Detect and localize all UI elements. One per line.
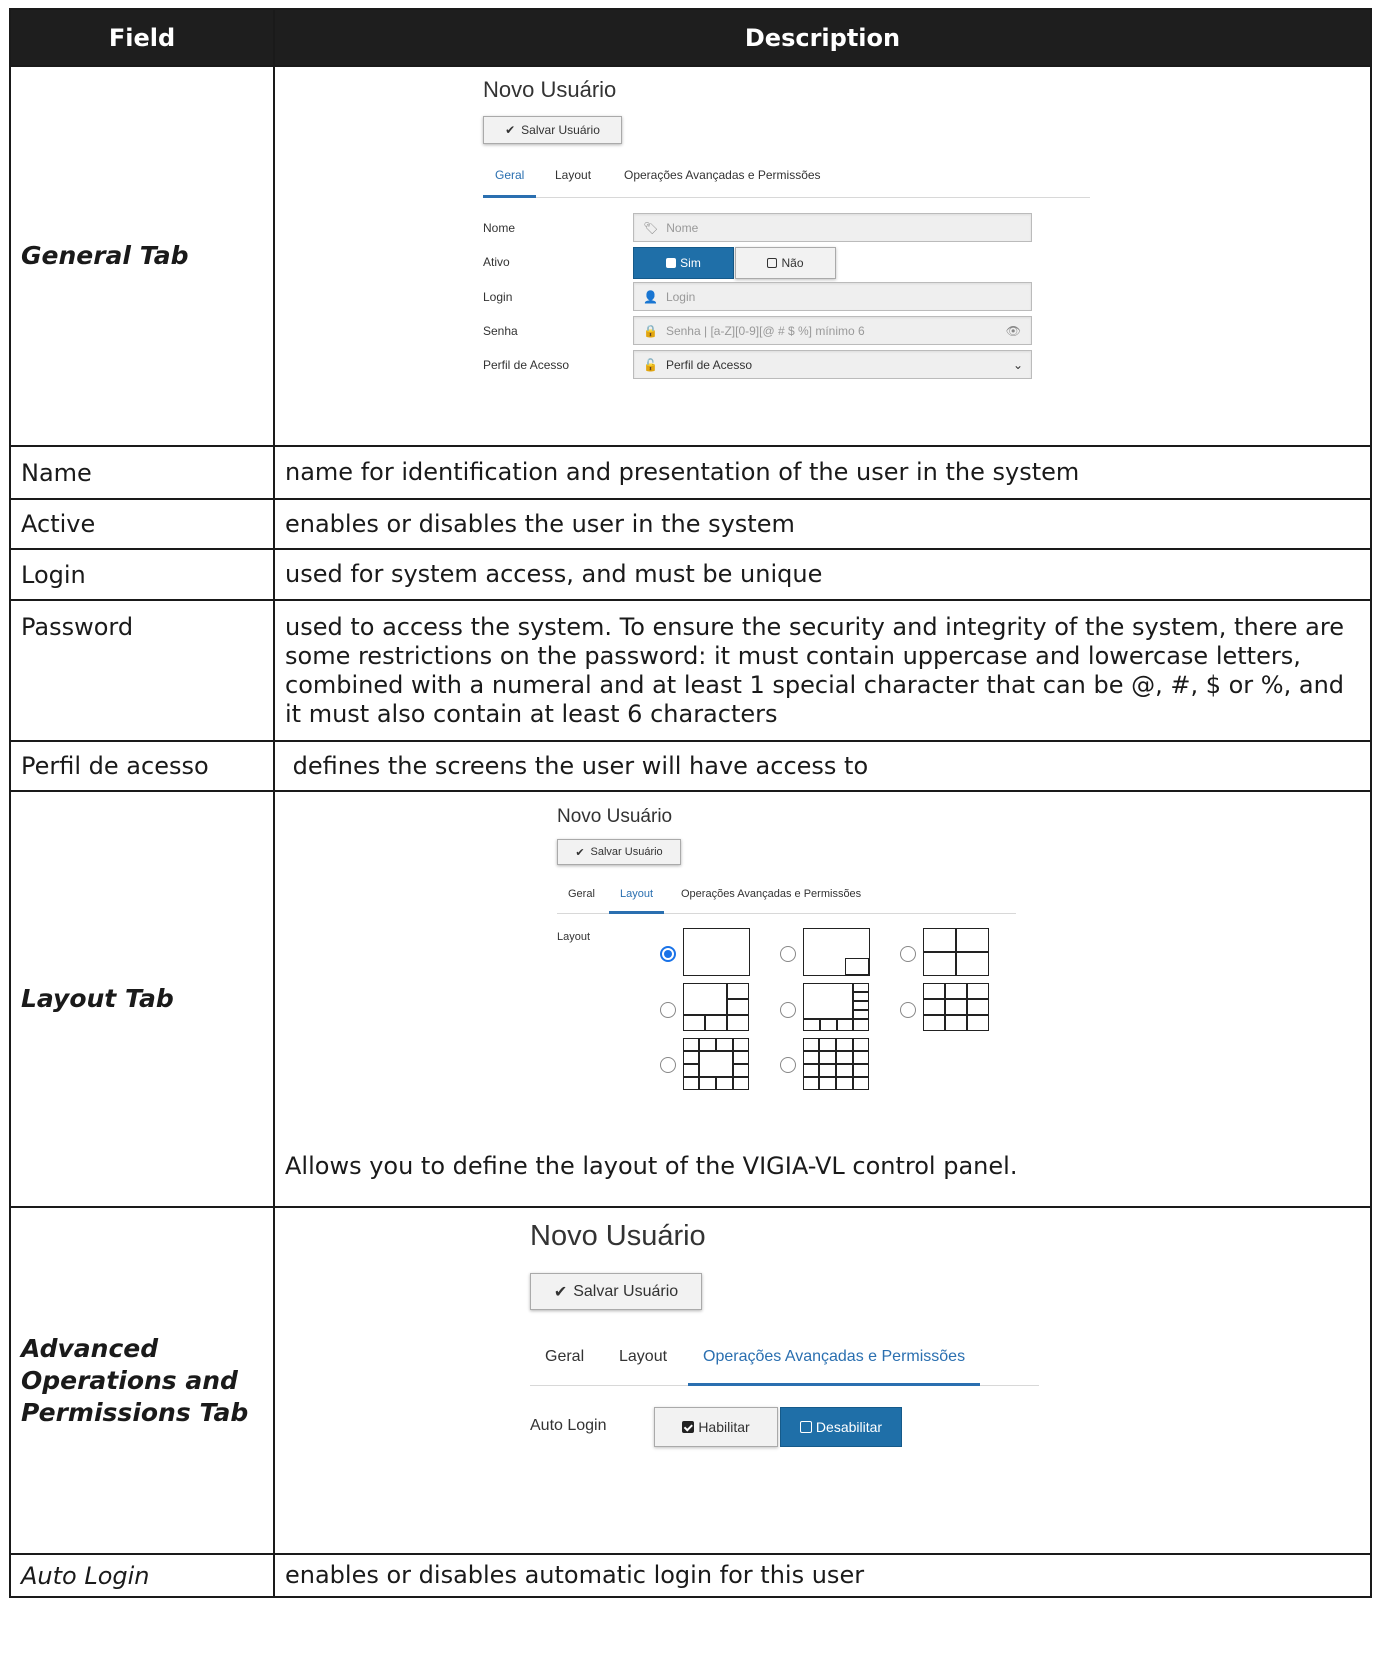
advanced-tab-cell: Novo Usuário ✔ Salvar Usuário Geral Layou…	[273, 1206, 1372, 1555]
description-auto-login: enables or disables automatic login for …	[273, 1553, 1372, 1598]
field-profile: Perfil de acesso	[9, 740, 275, 792]
tab-advanced[interactable]: Operações Avançadas e Permissões	[681, 888, 861, 900]
layout-single-icon	[683, 928, 750, 976]
description-header: Description	[273, 8, 1372, 67]
tab-bar: Geral Layout Operações Avançadas e Permi…	[530, 1348, 1039, 1386]
layout-pip-icon	[803, 928, 870, 976]
table-row: Password used to access the system. To e…	[9, 599, 1372, 742]
nome-label: Nome	[483, 221, 516, 235]
general-tab-screenshot: Novo Usuário ✔ Salvar Usuário Geral Layou…	[483, 77, 1093, 437]
layout-radio-pip[interactable]	[780, 946, 796, 962]
description-active: enables or disables the user in the syst…	[273, 498, 1372, 550]
senha-label: Senha	[483, 324, 518, 338]
layout-tab-row: Layout Tab Novo Usuário ✔ Salvar Usuário …	[9, 790, 1372, 1208]
lock-icon: 🔒	[643, 323, 658, 338]
desabilitar-button[interactable]: Desabilitar	[780, 1407, 902, 1447]
advanced-tab-row: Advanced Operations and Permissions Tab …	[9, 1206, 1372, 1555]
layout-radio-1plus9[interactable]	[780, 1002, 796, 1018]
layout-radio-1plus7[interactable]	[660, 1002, 676, 1018]
layout-tab-screenshot: Novo Usuário ✔ Salvar Usuário Geral Layou…	[557, 806, 1027, 1136]
tab-layout[interactable]: Layout	[555, 168, 591, 182]
layout-label: Layout	[557, 931, 591, 943]
field-active: Active	[9, 498, 275, 550]
table-header-row: Field Description	[9, 8, 1372, 67]
senha-field[interactable]: 🔒 Senha | [a-Z][0-9][@ # $ %] mínimo 6 👁	[633, 316, 1032, 345]
field-auto-login: Auto Login	[9, 1553, 275, 1598]
layout-radio-3x3[interactable]	[900, 1002, 916, 1018]
page-title: Novo Usuário	[483, 77, 617, 102]
advanced-tab-label: Advanced Operations and Permissions Tab	[9, 1206, 275, 1555]
field-password: Password	[9, 599, 275, 742]
tab-bar: Geral Layout Operações Avançadas e Permi…	[557, 888, 1016, 914]
tab-geral[interactable]: Geral	[483, 168, 537, 198]
chevron-down-icon: ⌄	[1012, 357, 1023, 372]
layout-1plus12-icon	[683, 1038, 750, 1090]
general-tab-row: General Tab Novo Usuário ✔ Salvar Usuário…	[9, 65, 1372, 447]
layout-1plus9-icon	[803, 983, 870, 1031]
nome-field[interactable]: 🏷 Nome	[633, 213, 1032, 242]
login-label: Login	[483, 290, 513, 304]
table-row: Name name for identification and present…	[9, 445, 1372, 500]
auto-login-label: Auto Login	[530, 1417, 607, 1434]
table-row: Active enables or disables the user in t…	[9, 498, 1372, 550]
layout-1plus7-icon	[683, 983, 750, 1031]
save-user-button[interactable]: ✔ Salvar Usuário	[557, 839, 681, 865]
table-row: Auto Login enables or disables automatic…	[9, 1553, 1372, 1598]
field-name: Name	[9, 445, 275, 500]
tag-icon: 🏷	[643, 220, 659, 235]
save-user-button[interactable]: ✔ Salvar Usuário	[530, 1273, 702, 1310]
layout-tab-description: Allows you to define the layout of the V…	[285, 1152, 1018, 1180]
layout-2x2-icon	[923, 928, 990, 976]
unchecked-box-icon	[799, 1421, 812, 1433]
general-tab-screenshot-cell: Novo Usuário ✔ Salvar Usuário Geral Layou…	[273, 65, 1372, 447]
tab-advanced[interactable]: Operações Avançadas e Permissões	[624, 168, 821, 182]
tab-layout[interactable]: Layout	[619, 1348, 667, 1366]
tab-geral[interactable]: Geral	[568, 888, 595, 900]
layout-tab-cell: Novo Usuário ✔ Salvar Usuário Geral Layou…	[273, 790, 1372, 1208]
user-icon: 👤	[643, 289, 658, 304]
general-tab-label: General Tab	[9, 65, 275, 447]
layout-tab-label: Layout Tab	[9, 790, 275, 1208]
check-icon: ✔	[505, 123, 516, 137]
tab-bar: Geral Layout Operações Avançadas e Permi…	[483, 168, 1090, 198]
check-icon: ✔	[553, 1283, 568, 1301]
login-field[interactable]: 👤 Login	[633, 282, 1032, 311]
page-title: Novo Usuário	[530, 1220, 706, 1252]
field-description-table: Field Description General Tab Novo Usuár…	[9, 8, 1372, 1598]
description-name: name for identification and presentation…	[273, 445, 1372, 500]
layout-radio-4x4[interactable]	[780, 1057, 796, 1073]
tab-layout[interactable]: Layout	[609, 888, 665, 914]
unlock-icon: 🔓	[643, 357, 658, 372]
field-header: Field	[9, 8, 275, 67]
table-row: Perfil de acesso defines the screens the…	[9, 740, 1372, 792]
checked-box-icon	[666, 258, 677, 268]
perfil-label: Perfil de Acesso	[483, 358, 570, 372]
ativo-nao-button[interactable]: Não	[735, 247, 836, 279]
field-login: Login	[9, 548, 275, 601]
table-row: Login used for system access, and must b…	[9, 548, 1372, 601]
advanced-tab-screenshot: Novo Usuário ✔ Salvar Usuário Geral Layou…	[530, 1220, 1050, 1550]
save-user-button[interactable]: ✔ Salvar Usuário	[483, 116, 622, 144]
layout-4x4-icon	[803, 1038, 870, 1090]
ativo-label: Ativo	[483, 255, 510, 269]
layout-3x3-icon	[923, 983, 990, 1031]
perfil-select[interactable]: 🔓 Perfil de Acesso ⌄	[633, 350, 1032, 379]
tab-advanced[interactable]: Operações Avançadas e Permissões	[688, 1348, 981, 1386]
unchecked-box-icon	[767, 258, 778, 268]
layout-radio-single[interactable]	[660, 946, 676, 962]
tab-geral[interactable]: Geral	[545, 1348, 584, 1366]
description-profile: defines the screens the user will have a…	[273, 740, 1372, 792]
layout-radio-2x2[interactable]	[900, 946, 916, 962]
description-password: used to access the system. To ensure the…	[273, 599, 1372, 742]
description-login: used for system access, and must be uniq…	[273, 548, 1372, 601]
ativo-sim-button[interactable]: Sim	[633, 247, 734, 279]
habilitar-button[interactable]: Habilitar	[654, 1407, 778, 1447]
page-title: Novo Usuário	[557, 806, 673, 827]
layout-radio-1plus12[interactable]	[660, 1057, 676, 1073]
checked-box-icon	[682, 1421, 695, 1433]
eye-icon[interactable]: 👁	[1006, 324, 1021, 338]
check-icon: ✔	[575, 846, 585, 859]
